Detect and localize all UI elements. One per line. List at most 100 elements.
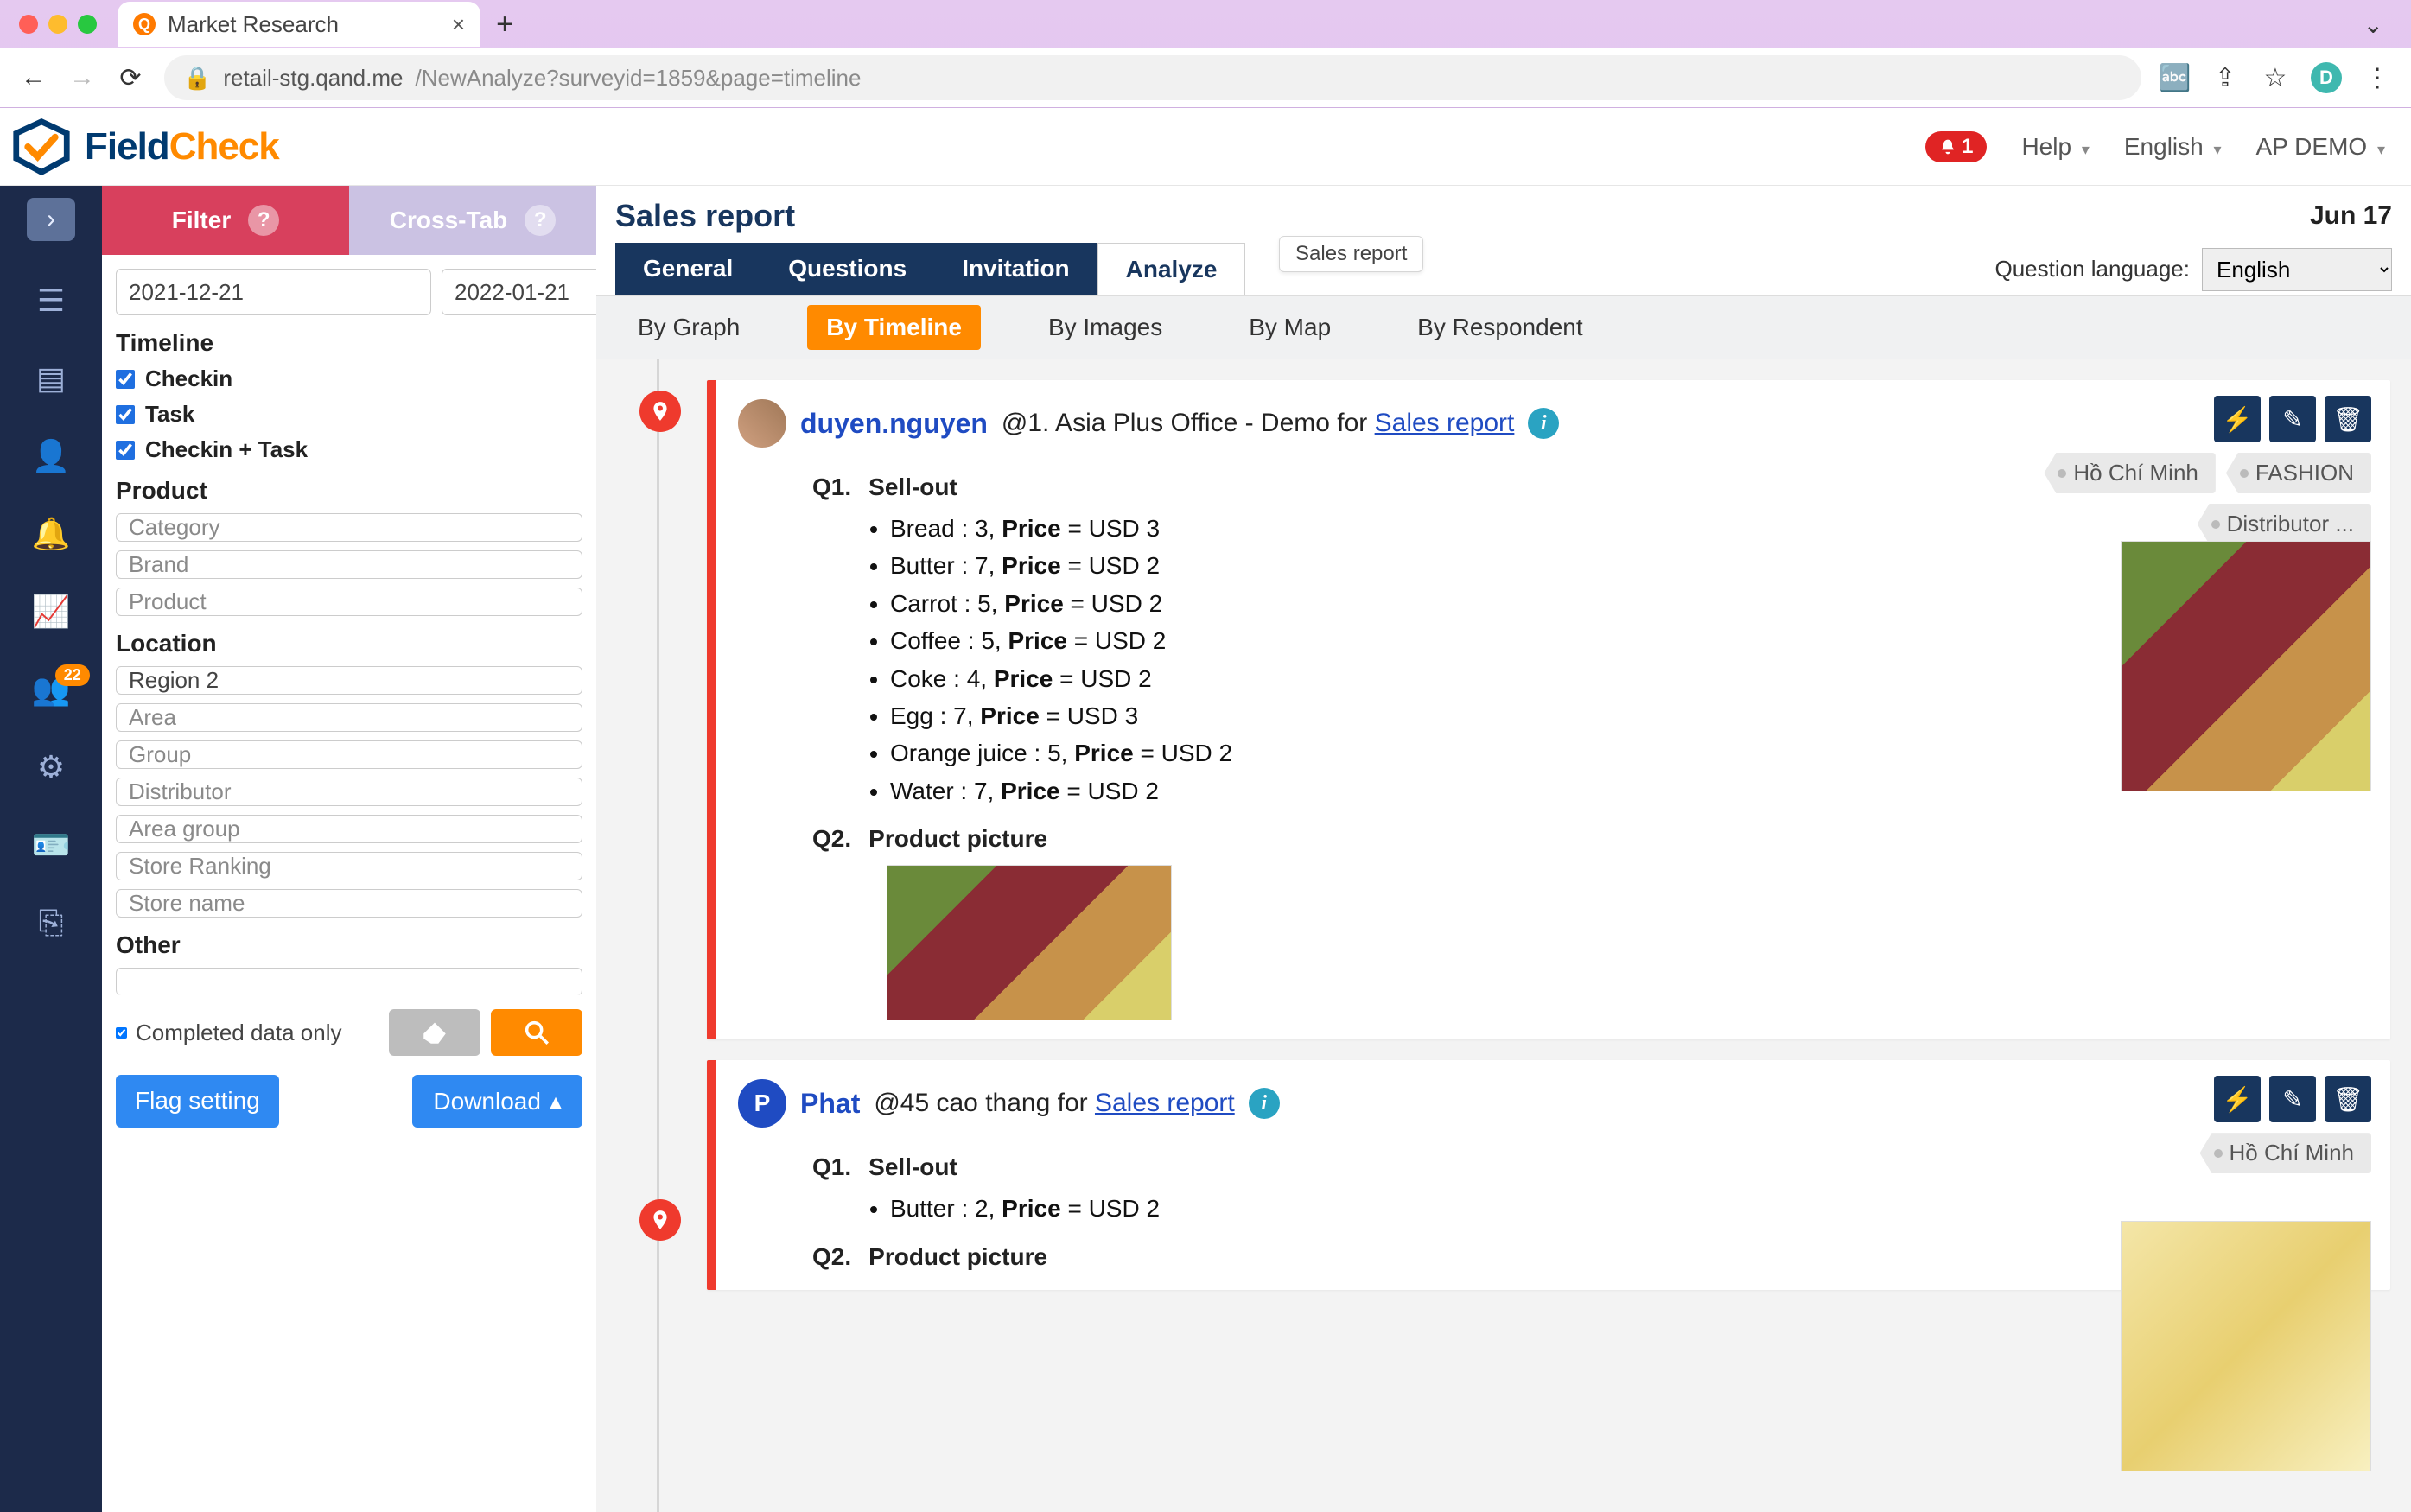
window-close-icon[interactable]: [19, 15, 38, 34]
product-input[interactable]: [116, 588, 582, 616]
card-thumbnail[interactable]: [2121, 541, 2371, 791]
kebab-menu-icon[interactable]: ⋮: [2363, 63, 2392, 92]
tab-analyze[interactable]: Analyze: [1097, 243, 1246, 295]
other-input[interactable]: [116, 968, 582, 995]
rail-gear-icon[interactable]: ⚙: [0, 749, 102, 785]
timeline-marker: [639, 391, 681, 432]
subtab-graph[interactable]: By Graph: [619, 305, 759, 350]
tag-chip[interactable]: Distributor ...: [2198, 504, 2371, 544]
user-name[interactable]: duyen.nguyen: [800, 408, 988, 440]
brand-input[interactable]: [116, 550, 582, 579]
download-button[interactable]: Download▴: [412, 1075, 582, 1128]
help-icon[interactable]: ?: [248, 205, 279, 236]
date-to-input[interactable]: [442, 269, 596, 315]
forward-button[interactable]: →: [67, 63, 97, 92]
rail-idcard-icon[interactable]: 🪪: [0, 827, 102, 863]
subtab-respondent[interactable]: By Respondent: [1398, 305, 1601, 350]
tab-general[interactable]: General: [615, 243, 760, 295]
browser-toolbar: ← → ⟳ 🔒 retail-stg.qand.me/NewAnalyze?su…: [0, 48, 2411, 107]
reload-button[interactable]: ⟳: [116, 63, 145, 92]
help-icon[interactable]: ?: [525, 205, 556, 236]
browser-tab[interactable]: Q Market Research ×: [118, 2, 480, 47]
chk-checkin-task[interactable]: Checkin + Task: [116, 436, 582, 463]
address-bar[interactable]: 🔒 retail-stg.qand.me/NewAnalyze?surveyid…: [164, 55, 2141, 100]
report-link[interactable]: Sales report: [1375, 409, 1515, 437]
user-avatar[interactable]: P: [738, 1079, 786, 1128]
group-input[interactable]: [116, 740, 582, 769]
card-thumbnail[interactable]: [2121, 1221, 2371, 1471]
rail-clipboard-icon[interactable]: ▤: [0, 360, 102, 397]
tag-chip[interactable]: Hồ Chí Minh: [2044, 453, 2216, 493]
region-input[interactable]: [116, 666, 582, 695]
new-tab-button[interactable]: +: [487, 7, 522, 41]
filter-body: Timeline Checkin Task Checkin + Task Pro…: [102, 255, 596, 1002]
window-min-icon[interactable]: [48, 15, 67, 34]
brand-logo[interactable]: FieldCheck: [10, 116, 279, 178]
distributor-input[interactable]: [116, 778, 582, 806]
zap-button[interactable]: ⚡: [2214, 396, 2261, 442]
profile-avatar[interactable]: D: [2311, 62, 2342, 93]
share-icon[interactable]: ⇪: [2211, 63, 2240, 92]
sellout-item: Bread : 3, Price = USD 3: [890, 510, 1936, 547]
rail-chart-icon[interactable]: 📈: [0, 594, 102, 630]
areagroup-input[interactable]: [116, 815, 582, 843]
notification-pill[interactable]: 1: [1925, 131, 1987, 162]
sellout-item: Butter : 2, Price = USD 2: [890, 1190, 1936, 1227]
delete-button[interactable]: 🗑: [2325, 1076, 2371, 1122]
rail-user-icon[interactable]: 👤: [0, 438, 102, 474]
user-name[interactable]: Phat: [800, 1088, 860, 1120]
storename-input[interactable]: [116, 889, 582, 918]
rail-copy-icon[interactable]: ⎘: [0, 905, 102, 942]
tab-close-icon[interactable]: ×: [452, 11, 465, 38]
lang-select[interactable]: English: [2202, 248, 2392, 291]
chk-task[interactable]: Task: [116, 401, 582, 428]
tabs-menu-icon[interactable]: ⌄: [2363, 10, 2401, 39]
area-input[interactable]: [116, 703, 582, 732]
answer-thumbnail[interactable]: [887, 865, 1172, 1020]
tab-crosstab[interactable]: Cross-Tab?: [349, 186, 596, 255]
delete-button[interactable]: 🗑: [2325, 396, 2371, 442]
chk-completed[interactable]: Completed data only: [116, 1020, 341, 1046]
window-max-icon[interactable]: [78, 15, 97, 34]
subtab-images[interactable]: By Images: [1029, 305, 1181, 350]
edit-button[interactable]: ✎: [2269, 396, 2316, 442]
rail-bell-icon[interactable]: 🔔: [0, 516, 102, 552]
edit-button[interactable]: ✎: [2269, 1076, 2316, 1122]
tab-questions[interactable]: Questions: [760, 243, 934, 295]
rail-dashboard-icon[interactable]: ☰: [0, 283, 102, 319]
back-button[interactable]: ←: [19, 63, 48, 92]
tab-invitation[interactable]: Invitation: [934, 243, 1097, 295]
tag-chip[interactable]: FASHION: [2226, 453, 2371, 493]
category-input[interactable]: [116, 513, 582, 542]
translate-icon[interactable]: 🔤: [2160, 63, 2190, 92]
clear-button[interactable]: [389, 1009, 480, 1056]
info-icon[interactable]: i: [1249, 1088, 1280, 1119]
zap-button[interactable]: ⚡: [2214, 1076, 2261, 1122]
language-menu[interactable]: English ▾: [2124, 133, 2222, 161]
caret-down-icon: ▾: [2377, 141, 2385, 158]
rail-expand-button[interactable]: ›: [27, 198, 75, 241]
browser-chrome: Q Market Research × + ⌄ ← → ⟳ 🔒 retail-s…: [0, 0, 2411, 108]
analyze-subtabs: By Graph By Timeline By Images By Map By…: [596, 295, 2411, 359]
date-from-input[interactable]: [116, 269, 431, 315]
tab-filter[interactable]: Filter?: [102, 186, 349, 255]
chk-checkin[interactable]: Checkin: [116, 365, 582, 392]
subtab-timeline[interactable]: By Timeline: [807, 305, 981, 350]
flag-setting-button[interactable]: Flag setting: [116, 1075, 279, 1128]
user-avatar[interactable]: [738, 399, 786, 448]
star-icon[interactable]: ☆: [2261, 63, 2290, 92]
info-icon[interactable]: i: [1528, 408, 1559, 439]
card-location: @45 cao thang for Sales report: [874, 1089, 1234, 1118]
caret-up-icon: ▴: [550, 1087, 562, 1115]
report-link[interactable]: Sales report: [1095, 1089, 1235, 1117]
sellout-list: Bread : 3, Price = USD 3Butter : 7, Pric…: [890, 510, 1936, 810]
tag-chip[interactable]: Hồ Chí Minh: [2200, 1133, 2372, 1173]
sellout-item: Coke : 4, Price = USD 2: [890, 660, 1936, 697]
search-button[interactable]: [491, 1009, 582, 1056]
help-menu[interactable]: Help ▾: [2021, 133, 2089, 161]
subtab-map[interactable]: By Map: [1230, 305, 1350, 350]
user-menu[interactable]: AP DEMO ▾: [2256, 133, 2385, 161]
ranking-input[interactable]: [116, 852, 582, 880]
timeline-list[interactable]: ⚡ ✎ 🗑 duyen.nguyen @1. Asia Plus Office …: [596, 359, 2411, 1512]
rail-people-icon[interactable]: 👥22: [0, 671, 102, 708]
